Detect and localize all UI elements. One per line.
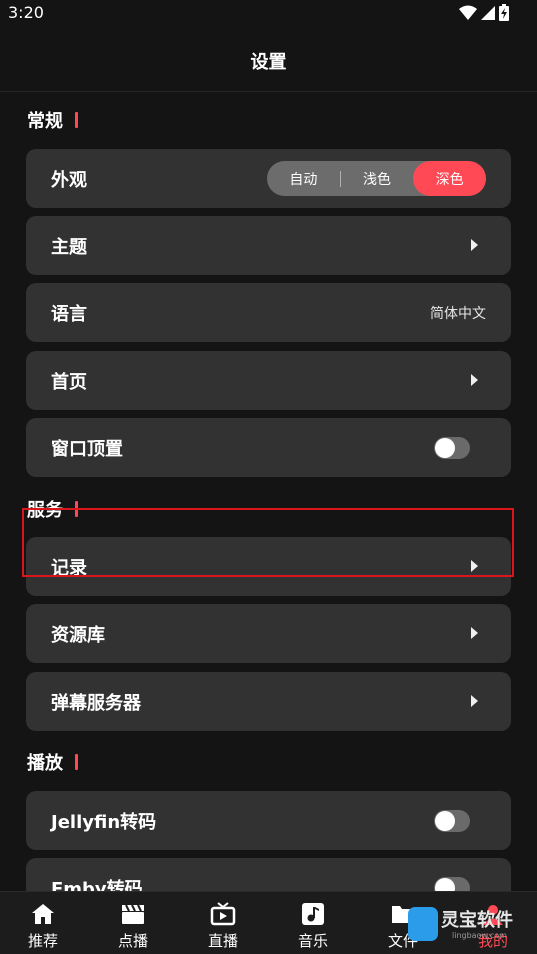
chevron-right-icon [471, 627, 478, 639]
wifi-icon [459, 5, 477, 20]
nav-vod[interactable]: 点播 [88, 892, 178, 954]
section-accent-bar [75, 754, 78, 770]
appearance-option-dark[interactable]: 深色 [413, 161, 486, 196]
page-title: 设置 [250, 52, 287, 73]
status-icons [459, 4, 509, 21]
status-bar: 3:20 [0, 0, 537, 26]
watermark-title: 灵宝软件 [441, 910, 513, 931]
settings-screen: 3:20 设置 常规 外观 自动 浅色 深色 主题 语言 简体中文 首页 窗口顶… [0, 0, 537, 954]
emby-transcode-label: Emby转码 [51, 879, 143, 891]
section-accent-bar [75, 112, 78, 128]
chevron-right-icon [471, 374, 478, 386]
pin-window-toggle[interactable] [434, 437, 470, 459]
home-icon [32, 904, 54, 924]
nav-label: 点播 [117, 932, 148, 950]
section-title-playback: 播放 [27, 753, 63, 774]
emby-transcode-row: Emby转码 [26, 858, 511, 891]
jellyfin-transcode-label: Jellyfin转码 [51, 812, 157, 833]
appearance-option-auto[interactable]: 自动 [267, 161, 340, 196]
tv-icon [210, 902, 236, 926]
appearance-segmented-control[interactable]: 自动 浅色 深色 [267, 161, 486, 196]
clapperboard-icon [122, 904, 144, 924]
signal-icon [481, 5, 495, 20]
toggle-knob [435, 438, 455, 458]
appearance-label: 外观 [51, 170, 87, 191]
section-general: 常规 [27, 107, 78, 133]
danmaku-server-label: 弹幕服务器 [51, 693, 141, 714]
language-row[interactable]: 语言 简体中文 [26, 283, 511, 342]
battery-icon [499, 4, 509, 21]
jellyfin-transcode-row: Jellyfin转码 [26, 791, 511, 850]
home-label: 首页 [51, 372, 87, 393]
music-icon [302, 903, 324, 925]
pin-window-label: 窗口顶置 [51, 439, 123, 460]
home-row[interactable]: 首页 [26, 351, 511, 410]
appearance-row: 外观 自动 浅色 深色 [26, 149, 511, 208]
section-title-general: 常规 [27, 111, 63, 132]
watermark: 灵宝软件 lingbaow.com [408, 904, 533, 946]
nav-label: 直播 [207, 932, 238, 950]
watermark-subtitle: lingbaow.com [452, 931, 507, 940]
status-time: 3:20 [8, 3, 44, 22]
chevron-right-icon [471, 239, 478, 251]
language-value: 简体中文 [430, 306, 486, 322]
theme-row[interactable]: 主题 [26, 216, 511, 275]
appearance-option-light[interactable]: 浅色 [341, 161, 414, 196]
toggle-knob [435, 811, 455, 831]
settings-list[interactable]: 常规 外观 自动 浅色 深色 主题 语言 简体中文 首页 窗口顶置 服务 记录 … [0, 93, 537, 891]
nav-recommend[interactable]: 推荐 [0, 892, 88, 954]
chevron-right-icon [471, 695, 478, 707]
highlight-box [22, 508, 514, 577]
pin-window-row: 窗口顶置 [26, 418, 511, 477]
library-row[interactable]: 资源库 [26, 604, 511, 663]
nav-label: 音乐 [297, 932, 328, 950]
app-header: 设置 [0, 26, 537, 92]
language-label: 语言 [51, 304, 87, 325]
watermark-logo-icon [408, 907, 438, 941]
theme-label: 主题 [51, 237, 87, 258]
toggle-knob [435, 878, 455, 891]
jellyfin-transcode-toggle[interactable] [434, 810, 470, 832]
nav-music[interactable]: 音乐 [268, 892, 358, 954]
nav-live[interactable]: 直播 [178, 892, 268, 954]
emby-transcode-toggle[interactable] [434, 877, 470, 891]
danmaku-server-row[interactable]: 弹幕服务器 [26, 672, 511, 731]
library-label: 资源库 [51, 625, 105, 646]
nav-label: 推荐 [27, 932, 58, 950]
section-playback: 播放 [27, 749, 78, 775]
